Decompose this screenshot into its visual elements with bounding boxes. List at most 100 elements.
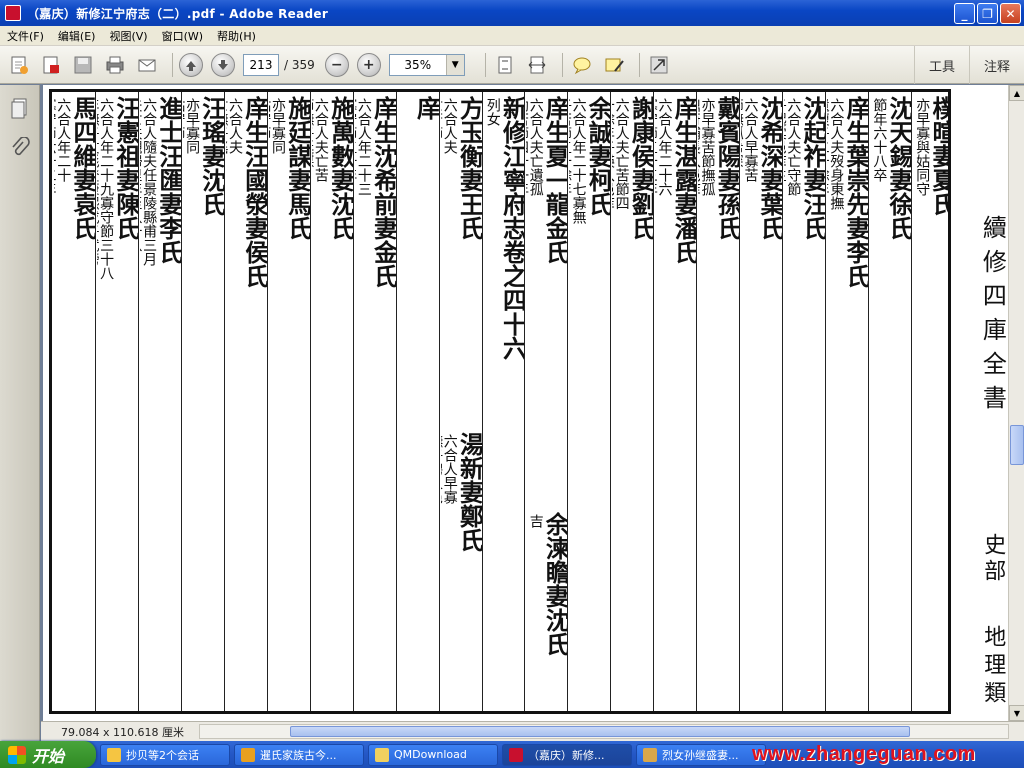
taskbar-item[interactable]: QMDownload (368, 743, 498, 766)
text-column: 庠生葉崇先妻李氏 六合人夫歿身東撫 遺腹子二十餘年 (827, 96, 868, 708)
adobe-reader-icon (5, 5, 21, 21)
column-main-text: 余湅瞻妻沈氏 (541, 512, 568, 656)
save-icon[interactable] (70, 52, 96, 78)
column-main-text: 戴賓陽妻孫氏 (713, 96, 740, 240)
fit-width-icon[interactable] (524, 52, 550, 78)
text-column: 庠生汪國滎妻侯氏 六合人夫 亡撫子瑤 (226, 96, 267, 708)
column-rule (438, 92, 440, 711)
highlight-pen-icon[interactable] (601, 52, 627, 78)
zoom-input[interactable] (389, 54, 446, 75)
text-column-lower: 余湅瞻妻沈氏吉 (526, 512, 568, 711)
taskbar-item[interactable]: 烈女孙继盛妻... (636, 743, 766, 766)
taskbar-app-icon (509, 747, 523, 762)
column-main-text: 施廷謀妻馬氏 (283, 96, 310, 240)
previous-page-button[interactable] (179, 52, 203, 77)
column-main-text: 庠生夏一龍金氏 (541, 96, 568, 264)
column-main-text: 沈起祚妻汪氏 (799, 96, 826, 240)
column-main-text: 謝康侯妻劉氏 (627, 96, 654, 240)
open-file-icon[interactable] (6, 52, 32, 78)
fit-page-icon[interactable] (492, 52, 518, 78)
status-bar: 79.084 x 110.618 厘米 (41, 721, 1024, 741)
scroll-up-icon[interactable]: ▲ (1009, 85, 1024, 101)
vertical-scrollbar[interactable]: ▲ ▼ (1008, 85, 1024, 721)
column-main-text: 庠生湛露妻潘氏 (670, 96, 697, 264)
tools-button[interactable]: 工具 (913, 46, 969, 84)
comment-bubble-icon[interactable] (569, 52, 595, 78)
taskbar-item-label: 抄贝等2个会话 (126, 748, 199, 762)
page-number-input[interactable] (243, 53, 279, 76)
column-main-text: 馬四維妻袁氏 (68, 96, 95, 240)
menu-help[interactable]: 帮助(H) (210, 28, 263, 44)
toolbar-separator (638, 52, 640, 77)
column-rule (481, 92, 483, 711)
column-rule (94, 92, 96, 711)
window-title: （嘉庆）新修江宁府志（二）.pdf - Adobe Reader (27, 6, 329, 21)
text-column: 樸暄妻夏氏 亦早寡與姑同守 (913, 96, 951, 708)
maximize-button[interactable]: ❐ (977, 3, 998, 24)
column-annotation: 六合人隨夫任景陵縣甫三月 (141, 98, 158, 266)
column-rule (567, 92, 569, 711)
scroll-down-icon[interactable]: ▼ (1009, 705, 1024, 721)
next-page-button[interactable] (211, 52, 235, 77)
column-rule (137, 92, 139, 711)
column-rule (825, 92, 827, 711)
zoom-out-button[interactable]: − (324, 52, 349, 77)
text-column: 方玉衡妻王氏 六合人夫 亡苦節 (441, 96, 482, 416)
menu-bar: 文件(F) 编辑(E) 视图(V) 窗口(W) 帮助(H) (0, 26, 1024, 46)
page-total: / 359 (284, 57, 315, 72)
print-icon[interactable] (102, 52, 128, 78)
text-column: 余誠妻柯氏 六合人年二十七寡無 子苦節五十餘年 (569, 96, 610, 708)
horizontal-scrollbar[interactable] (199, 724, 1009, 739)
column-annotation: 六合人夫亡苦 (312, 98, 329, 182)
text-column: 沈希深妻葉氏 六合人早寡苦 節撫孤希深 (741, 96, 782, 708)
taskbar-app-icon (241, 747, 255, 762)
minimize-button[interactable]: _ (954, 3, 975, 24)
text-column: 庠生夏一龍金氏 六合人夫亡遺孤 幼苦節四十一年 (526, 96, 567, 416)
column-annotation: 亦早寡同 (184, 98, 201, 154)
column-main-text: 樸暄妻夏氏 (927, 96, 951, 216)
taskbar-item-label: （嘉庆）新修... (528, 748, 605, 762)
text-column: 進士汪匯妻李氏 六合人隨夫任景陵縣甫三月 夫亡扶櫬歸里年至八十八 (140, 96, 181, 708)
navigation-panel (0, 85, 40, 741)
chevron-down-icon[interactable]: ▼ (445, 54, 464, 75)
column-annotation: 亦早寡同 (269, 98, 286, 154)
column-annotation: 六合人年二十三 (355, 98, 372, 196)
toolbar-separator (172, 52, 173, 77)
zoom-select[interactable]: ▼ (388, 53, 465, 76)
taskbar-item[interactable]: （嘉庆）新修... (502, 743, 632, 766)
zoom-in-button[interactable]: + (356, 52, 381, 77)
menu-window[interactable]: 窗口(W) (155, 28, 210, 44)
column-rule (696, 92, 698, 711)
close-button[interactable]: ✕ (1000, 3, 1021, 24)
vertical-scroll-thumb[interactable] (1010, 425, 1024, 465)
text-column: 庠生沈希前妻金氏 六合人年二十三 寡守節五十年 (355, 96, 396, 708)
column-main-text: 施萬數妻沈氏 (326, 96, 353, 240)
column-annotation: 六合人夫 (441, 98, 458, 154)
text-column: 馬四維妻袁氏 六合人年二十 寡守節六十二年 (54, 96, 95, 708)
column-main-text: 沈希深妻葉氏 (756, 96, 783, 240)
column-rule (524, 92, 526, 711)
column-rule (653, 92, 655, 711)
page-size-readout: 79.084 x 110.618 厘米 (61, 725, 184, 739)
column-annotation: 六合人早寡 (441, 434, 458, 504)
email-icon[interactable] (134, 52, 160, 78)
fullscreen-icon[interactable] (646, 52, 672, 78)
title-bar: （嘉庆）新修江宁府志（二）.pdf - Adobe Reader _ ❐ ✕ (0, 0, 1024, 26)
column-main-text: 湯新妻鄭氏 (455, 432, 482, 552)
text-column: 沈起祚妻汪氏 六合人夫亡守節 子起棠邑庠生 (784, 96, 825, 708)
taskbar-item[interactable]: 抄贝等2个会话 (100, 743, 230, 766)
taskbar-item[interactable]: 暹氏家族古今... (234, 743, 364, 766)
menu-file[interactable]: 文件(F) (0, 28, 51, 44)
side-category: 史部 (980, 533, 1006, 585)
start-button[interactable]: 开始 (0, 741, 96, 768)
menu-edit[interactable]: 编辑(E) (51, 28, 103, 44)
create-pdf-icon[interactable] (38, 52, 64, 78)
text-column: 庠 (398, 96, 439, 708)
document-viewport[interactable]: 樸暄妻夏氏 亦早寡與姑同守 沈天錫妻徐氏 節年六十八卒 庠生葉崇先妻李氏 六合人夫歿身東撫… (41, 85, 1008, 721)
text-column: 施廷謀妻馬氏 亦早寡同 姑守節 (269, 96, 310, 708)
menu-view[interactable]: 视图(V) (102, 28, 154, 44)
comment-button[interactable]: 注释 (968, 46, 1024, 84)
attachment-paperclip-icon[interactable] (9, 136, 31, 159)
page-thumbnails-icon[interactable] (9, 97, 31, 119)
horizontal-scroll-thumb[interactable] (290, 726, 910, 737)
